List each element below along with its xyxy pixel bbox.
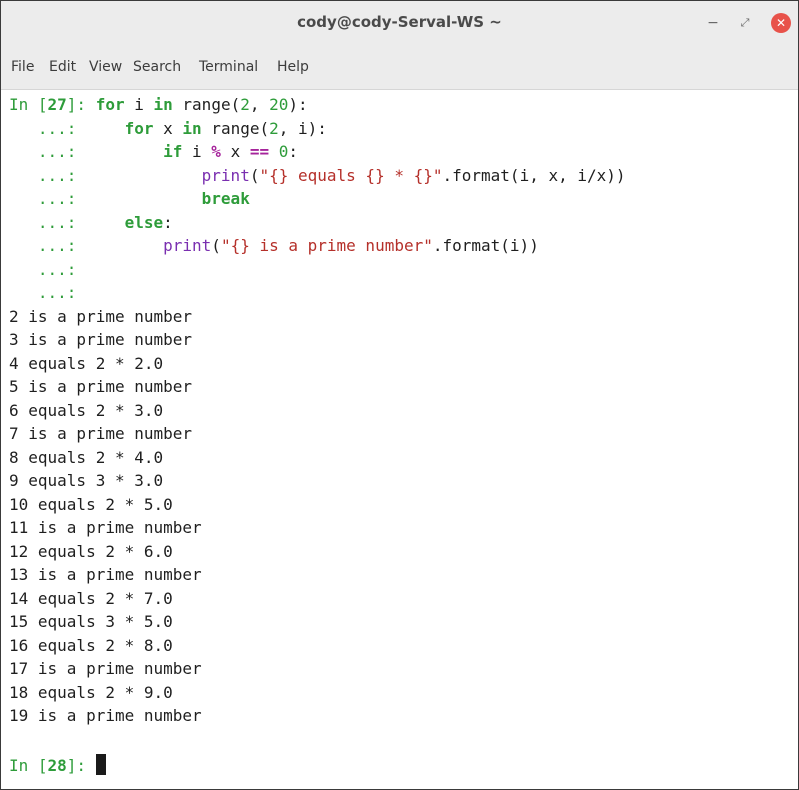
menu-search[interactable]: Search xyxy=(133,59,181,75)
close-icon[interactable]: ✕ xyxy=(771,13,791,33)
menu-view[interactable]: View xyxy=(89,59,122,75)
output-line: 18 equals 2 * 9.0 xyxy=(9,682,173,702)
input-line-6: ...: else: xyxy=(9,212,173,232)
terminal-window: cody@cody-Serval-WS ~ − ⤢ ✕ File Edit Vi… xyxy=(0,0,799,790)
window-title: cody@cody-Serval-WS ~ xyxy=(297,13,502,31)
output-line: 5 is a prime number xyxy=(9,377,193,396)
output-line: 8 equals 2 * 4.0 xyxy=(9,447,164,467)
menu-terminal[interactable]: Terminal xyxy=(199,59,258,75)
input-line-2: ...: for x in range(2, i): xyxy=(9,118,327,138)
title-bar[interactable]: cody@cody-Serval-WS ~ − ⤢ ✕ xyxy=(1,1,798,47)
maximize-icon[interactable]: ⤢ xyxy=(735,13,755,33)
continuation-line: ...: xyxy=(9,259,87,279)
output-line: 7 is a prime number xyxy=(9,424,193,443)
output-line: 11 is a prime number xyxy=(9,518,202,537)
menu-bar: File Edit View Search Terminal Help xyxy=(1,47,798,90)
output-line: 19 is a prime number xyxy=(9,706,202,725)
output-line: 2 is a prime number xyxy=(9,306,193,326)
output-line: 12 equals 2 * 6.0 xyxy=(9,541,173,561)
menu-help[interactable]: Help xyxy=(277,59,309,75)
menu-file[interactable]: File xyxy=(11,59,34,75)
input-prompt-line[interactable]: In [28]: xyxy=(9,754,106,778)
input-line-7: ...: print("{} is a prime number".format… xyxy=(9,236,539,255)
output-line: 13 is a prime number xyxy=(9,565,202,584)
output-line: 3 is a prime number xyxy=(9,330,193,349)
menu-edit[interactable]: Edit xyxy=(49,59,76,75)
terminal-output[interactable]: In [27]: for i in range(2, 20): ...: for… xyxy=(1,90,798,789)
input-line-4: ...: print("{} equals {} * {}".format(i,… xyxy=(9,165,626,185)
minimize-icon[interactable]: − xyxy=(703,13,723,33)
output-line: 14 equals 2 * 7.0 xyxy=(9,588,173,608)
output-line: 10 equals 2 * 5.0 xyxy=(9,494,173,514)
output-line: 9 equals 3 * 3.0 xyxy=(9,471,164,490)
output-line: 6 equals 2 * 3.0 xyxy=(9,400,164,420)
output-line: 17 is a prime number xyxy=(9,659,202,678)
text-cursor xyxy=(95,754,106,775)
input-line-5: ...: break xyxy=(9,189,250,208)
output-line: 16 equals 2 * 8.0 xyxy=(9,635,173,655)
input-line-1: In [27]: for i in range(2, 20): xyxy=(9,95,308,114)
output-line: 4 equals 2 * 2.0 xyxy=(9,353,164,373)
continuation-line: ...: xyxy=(9,283,87,302)
output-line: 15 equals 3 * 5.0 xyxy=(9,612,173,631)
input-line-3: ...: if i % x == 0: xyxy=(9,142,299,161)
